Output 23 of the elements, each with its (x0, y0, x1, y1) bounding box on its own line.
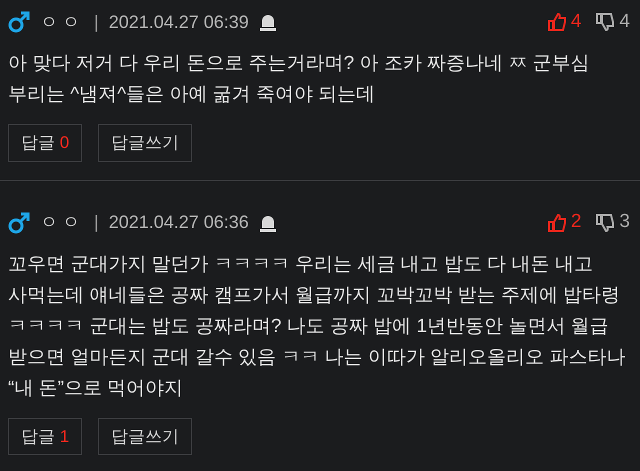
write-reply-button[interactable]: 답글쓰기 (98, 418, 192, 455)
username: ㅇㅇ (40, 10, 84, 34)
like-count: 4 (570, 10, 582, 34)
thumbs-down-icon[interactable] (595, 212, 616, 232)
separator: | (94, 211, 99, 234)
thumbs-down-icon[interactable] (595, 12, 616, 32)
write-reply-button[interactable]: 답글쓰기 (98, 124, 192, 162)
male-symbol-icon (8, 210, 30, 234)
dislike-count: 3 (619, 210, 630, 234)
siren-icon[interactable] (258, 12, 277, 32)
replies-button[interactable]: 답글 0 (8, 124, 82, 162)
male-symbol-icon (8, 10, 30, 34)
like-count: 2 (570, 210, 582, 234)
username: ㅇㅇ (40, 211, 84, 234)
comment-text: 꼬우면 군대가지 말던가 ㅋㅋㅋㅋ 우리는 세금 내고 밥도 다 내돈 내고 사먹는데 얘네들은 공짜 캠프가서 월급까지 꼬박꼬박 받는 주제에 밥타령 ㅋㅋㅋㅋ 군대는 밥도 공짜라며? 나도 공짜 밥에 1년반동안 놀면서 월급 받으면 얼마든지 군대 갈수 있음 ㅋㅋ 나는 이따가 알리오올리오 파스타나 “내 돈”으로 먹어야지 (8, 252, 627, 400)
dislike-count: 4 (619, 10, 630, 34)
thumbs-up-icon[interactable] (546, 12, 567, 32)
thumbs-up-icon[interactable] (546, 212, 567, 232)
replies-button[interactable]: 답글 1 (8, 418, 82, 455)
comment-date: 2021.04.27 06:36 (108, 211, 249, 234)
separator: | (94, 10, 99, 34)
comment-text: 아 맞다 저거 다 우리 돈으로 주는거라며? 아 조카 짜증나네 ㅉ 군부심 부리는 ^냄져^들은 아예 굶겨 죽여야 되는데 (8, 52, 591, 107)
comment-date: 2021.04.27 06:39 (108, 10, 249, 34)
